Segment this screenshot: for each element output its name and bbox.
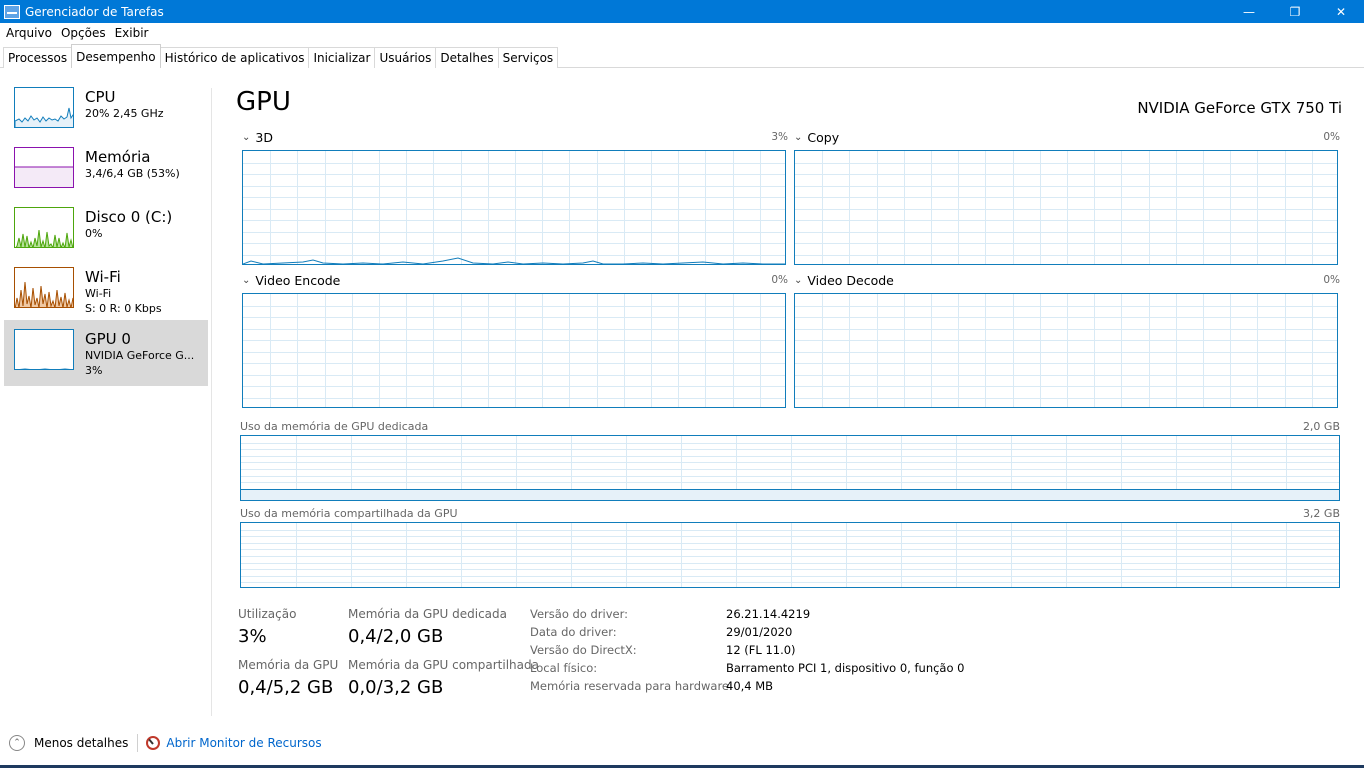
memory-usage: 3,4/6,4 GB (53%) xyxy=(85,167,180,180)
dedicated-memory-label: Uso da memória de GPU dedicada xyxy=(240,420,429,433)
dedicated-memory-fill xyxy=(241,489,1339,500)
gpu-memory-stat-label: Memória da GPU xyxy=(238,658,339,672)
memory-title: Memória xyxy=(85,148,151,166)
disk-thumbnail-graph xyxy=(14,207,74,248)
chevron-down-icon: ⌄ xyxy=(794,275,803,286)
graph-3d-percent: 3% xyxy=(771,131,788,143)
graph-video-decode xyxy=(794,293,1338,408)
resource-monitor-icon xyxy=(146,736,161,750)
cpu-thumbnail-graph xyxy=(14,87,74,128)
disk-usage: 0% xyxy=(85,227,103,240)
driver-version-value: 26.21.14.4219 xyxy=(726,607,811,621)
graph-decode-percent: 0% xyxy=(1323,274,1340,286)
graph-3d-label: 3D xyxy=(255,130,273,145)
shared-memory-label: Uso da memória compartilhada da GPU xyxy=(240,507,458,520)
shared-memory-stat-label: Memória da GPU compartilhada xyxy=(348,658,539,672)
memory-thumbnail-graph xyxy=(14,147,74,188)
gpu-title: GPU 0 xyxy=(85,330,131,348)
driver-version-key: Versão do driver: xyxy=(530,607,629,621)
chevron-down-icon: ⌄ xyxy=(242,132,251,143)
driver-date-value: 29/01/2020 xyxy=(726,625,793,639)
menu-opcoes[interactable]: Opções xyxy=(61,26,106,40)
gpu-thumbnail-graph xyxy=(14,329,74,370)
sidebar-item-memory[interactable]: Memória 3,4/6,4 GB (53%) xyxy=(4,140,208,200)
utilization-value: 3% xyxy=(238,626,267,647)
utilization-label: Utilização xyxy=(238,607,297,621)
restore-button[interactable]: ❐ xyxy=(1272,0,1318,23)
task-manager-icon xyxy=(4,4,20,19)
footer-bar: ⌃ Menos detalhes Abrir Monitor de Recurs… xyxy=(0,728,1364,758)
cpu-usage: 20% 2,45 GHz xyxy=(85,107,164,120)
graph-copy-selector[interactable]: ⌄ Copy xyxy=(794,130,839,145)
menu-arquivo[interactable]: Arquivo xyxy=(6,26,52,40)
graph-copy-percent: 0% xyxy=(1323,131,1340,143)
tab-desempenho[interactable]: Desempenho xyxy=(71,44,161,68)
tab-usuarios[interactable]: Usuários xyxy=(374,47,437,68)
chevron-down-icon: ⌄ xyxy=(242,275,251,286)
footer-separator xyxy=(137,734,139,752)
gpu-memory-stat-value: 0,4/5,2 GB xyxy=(238,677,334,698)
tab-servicos[interactable]: Serviços xyxy=(497,47,559,68)
graph-dedicated-memory xyxy=(240,435,1340,501)
tab-processos[interactable]: Processos xyxy=(3,47,73,68)
wifi-name: Wi-Fi xyxy=(85,287,112,300)
gpu-model-name: NVIDIA GeForce GTX 750 Ti xyxy=(1137,99,1342,117)
sidebar-item-wifi[interactable]: Wi-Fi Wi-Fi S: 0 R: 0 Kbps xyxy=(4,260,208,320)
menu-exibir[interactable]: Exibir xyxy=(115,26,149,40)
physical-location-value: Barramento PCI 1, dispositivo 0, função … xyxy=(726,661,965,675)
dedicated-memory-max: 2,0 GB xyxy=(1302,420,1340,433)
graph-decode-label: Video Decode xyxy=(807,273,894,288)
dedicated-memory-stat-label: Memória da GPU dedicada xyxy=(348,607,507,621)
directx-version-key: Versão do DirectX: xyxy=(530,643,637,657)
driver-date-key: Data do driver: xyxy=(530,625,617,639)
close-button[interactable]: ✕ xyxy=(1318,0,1364,23)
sidebar-item-disk[interactable]: Disco 0 (C:) 0% xyxy=(4,200,208,260)
sidebar-item-gpu[interactable]: GPU 0 NVIDIA GeForce G... 3% xyxy=(4,320,208,386)
reserved-memory-key: Memória reservada para hardware: xyxy=(530,679,733,693)
chevron-up-icon[interactable]: ⌃ xyxy=(9,735,25,751)
tab-bar: Processos Desempenho Histórico de aplica… xyxy=(3,44,559,68)
shared-memory-max: 3,2 GB xyxy=(1302,507,1340,520)
graph-shared-memory xyxy=(240,522,1340,588)
3d-usage-line xyxy=(243,257,785,264)
wifi-title: Wi-Fi xyxy=(85,268,121,286)
graph-encode-selector[interactable]: ⌄ Video Encode xyxy=(242,273,340,288)
dedicated-memory-stat-value: 0,4/2,0 GB xyxy=(348,626,444,647)
minimize-button[interactable]: — xyxy=(1226,0,1272,23)
wifi-throughput: S: 0 R: 0 Kbps xyxy=(85,302,162,315)
tab-inicializar[interactable]: Inicializar xyxy=(308,47,376,68)
tab-historico[interactable]: Histórico de aplicativos xyxy=(159,47,310,68)
disk-title: Disco 0 (C:) xyxy=(85,208,173,226)
reserved-memory-value: 40,4 MB xyxy=(726,679,774,693)
less-details-button[interactable]: Menos detalhes xyxy=(34,736,128,750)
graph-decode-selector[interactable]: ⌄ Video Decode xyxy=(794,273,894,288)
window-title: Gerenciador de Tarefas xyxy=(25,4,164,19)
graph-encode-label: Video Encode xyxy=(255,273,341,288)
sidebar-divider xyxy=(211,88,212,716)
shared-memory-stat-value: 0,0/3,2 GB xyxy=(348,677,444,698)
menu-bar: Arquivo Opções Exibir xyxy=(0,23,1364,43)
graph-3d-selector[interactable]: ⌄ 3D xyxy=(242,130,273,145)
resource-sidebar: CPU 20% 2,45 GHz Memória 3,4/6,4 GB (53%… xyxy=(4,80,208,386)
title-bar: Gerenciador de Tarefas — ❐ ✕ xyxy=(0,0,1364,23)
tab-detalhes[interactable]: Detalhes xyxy=(435,47,499,68)
physical-location-key: Local físico: xyxy=(530,661,598,675)
sidebar-item-cpu[interactable]: CPU 20% 2,45 GHz xyxy=(4,80,208,140)
graph-copy xyxy=(794,150,1338,265)
wifi-thumbnail-graph xyxy=(14,267,74,308)
gpu-usage: 3% xyxy=(85,364,103,377)
page-title: GPU xyxy=(236,87,291,117)
graph-encode-percent: 0% xyxy=(771,274,788,286)
graph-3d xyxy=(242,150,786,265)
open-resource-monitor-link[interactable]: Abrir Monitor de Recursos xyxy=(166,736,321,750)
graph-copy-label: Copy xyxy=(807,130,840,145)
chevron-down-icon: ⌄ xyxy=(794,132,803,143)
cpu-title: CPU xyxy=(85,88,116,106)
directx-version-value: 12 (FL 11.0) xyxy=(726,643,796,657)
gpu-model: NVIDIA GeForce G... xyxy=(85,349,195,362)
window-controls: — ❐ ✕ xyxy=(1226,0,1364,23)
graph-video-encode xyxy=(242,293,786,408)
